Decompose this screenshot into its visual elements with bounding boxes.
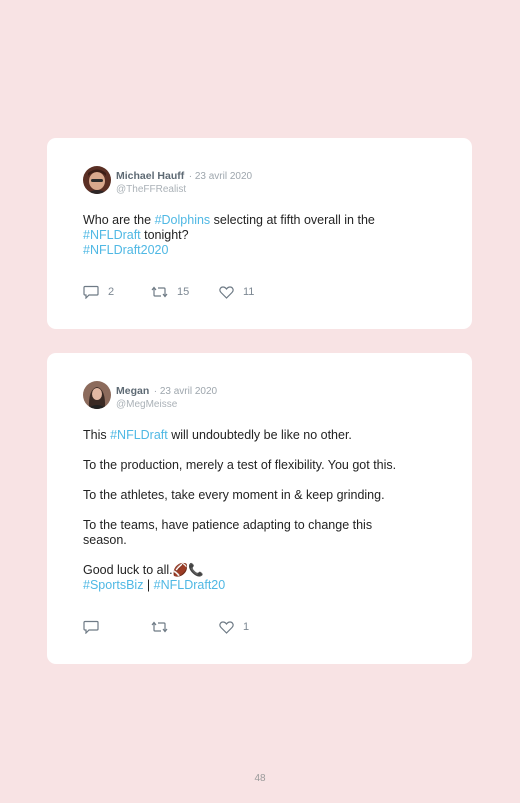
- tweet-actions: 2 15 11: [83, 285, 254, 299]
- tweet-header: Michael Hauff · 23 avril 2020 @TheFFReal…: [83, 166, 252, 196]
- reply-button[interactable]: 2: [83, 285, 151, 299]
- like-count: 11: [243, 286, 255, 298]
- reply-button[interactable]: [83, 620, 151, 634]
- retweet-button[interactable]: 15: [151, 285, 219, 299]
- tweet-card: Megan · 23 avril 2020 @MegMeisse This #N…: [47, 353, 472, 664]
- hashtag-link[interactable]: #NFLDraft: [83, 228, 141, 242]
- tweet-paragraph: To the production, merely a test of flex…: [83, 458, 397, 472]
- speech-bubble-icon: [83, 620, 99, 634]
- author-name[interactable]: Megan: [116, 385, 149, 397]
- speech-bubble-icon: [83, 285, 99, 299]
- heart-icon: [219, 620, 234, 634]
- tweet-paragraph: To the athletes, take every moment in & …: [83, 488, 385, 502]
- like-button[interactable]: 1: [219, 620, 250, 634]
- tweet-date: · 23 avril 2020: [188, 171, 253, 182]
- hashtag-link[interactable]: #Dolphins: [155, 213, 211, 227]
- separator: |: [143, 578, 154, 592]
- tweet-text-segment: selecting at fifth overall in the: [210, 213, 375, 227]
- author-handle[interactable]: @MegMeisse: [116, 398, 217, 411]
- tweet-text-segment: Good luck to all.: [83, 563, 173, 577]
- football-phone-emoji: 🏈📞: [172, 563, 204, 577]
- author-name[interactable]: Michael Hauff: [116, 170, 184, 182]
- tweet-header: Megan · 23 avril 2020 @MegMeisse: [83, 381, 217, 411]
- avatar[interactable]: [83, 166, 111, 194]
- hashtag-link[interactable]: #NFLDraft: [110, 428, 168, 442]
- retweet-button[interactable]: [151, 620, 219, 634]
- author-handle[interactable]: @TheFFRealist: [116, 183, 252, 196]
- retweet-count: 15: [177, 286, 190, 298]
- hashtag-link[interactable]: #NFLDraft2020: [83, 243, 168, 257]
- tweet-text-segment: This: [83, 428, 111, 442]
- heart-icon: [219, 285, 234, 299]
- hashtag-link[interactable]: #NFLDraft20: [154, 578, 226, 592]
- tweet-text-segment: will undoubtedly be like no other.: [167, 428, 352, 442]
- tweet-text-segment: tonight?: [140, 228, 189, 242]
- tweet-date: · 23 avril 2020: [153, 386, 218, 397]
- like-count: 1: [243, 621, 250, 633]
- tweet-text: Who are the #Dolphins selecting at fifth…: [83, 213, 443, 258]
- reply-count: 2: [108, 286, 115, 298]
- page-number: 48: [254, 773, 266, 784]
- hashtag-link[interactable]: #SportsBiz: [83, 578, 143, 592]
- like-button[interactable]: 11: [219, 285, 255, 299]
- retweet-arrows-icon: [151, 286, 168, 298]
- avatar[interactable]: [83, 381, 111, 409]
- tweet-paragraph: To the teams, have patience adapting to …: [83, 518, 373, 547]
- tweet-text-segment: Who are the: [83, 213, 155, 227]
- tweet-text: This #NFLDraft will undoubtedly be like …: [83, 428, 443, 593]
- tweet-card: Michael Hauff · 23 avril 2020 @TheFFReal…: [47, 138, 472, 329]
- retweet-arrows-icon: [151, 621, 168, 633]
- tweet-actions: 1: [83, 620, 249, 634]
